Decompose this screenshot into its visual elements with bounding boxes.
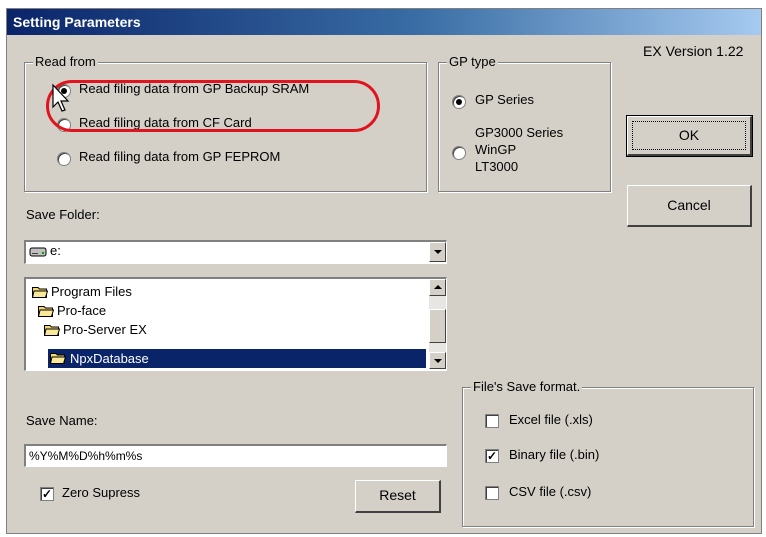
radio-gp3000-line2[interactable]: WinGP [475,142,516,158]
open-folder-icon [38,306,54,317]
mouse-cursor-icon [52,83,70,112]
cancel-button-label: Cancel [667,197,711,213]
folder-item-pro-server-ex[interactable]: Pro-Server EX [44,320,147,340]
gp-type-legend: GP type [447,54,498,70]
version-label: EX Version 1.22 [643,43,744,59]
ok-button-focus-ring [632,121,746,150]
reset-button-label: Reset [379,487,416,503]
save-name-value: %Y%M%D%h%m%s [29,449,143,463]
scroll-down-button[interactable] [429,352,446,369]
csv-file-checkbox[interactable] [485,486,499,500]
radio-feprom-label[interactable]: Read filing data from GP FEPROM [79,149,280,165]
save-folder-label: Save Folder: [26,207,100,222]
binary-file-checkbox[interactable]: ✓ [485,449,499,463]
excel-file-checkbox[interactable] [485,414,499,428]
chevron-down-icon [434,359,442,363]
save-name-input[interactable]: %Y%M%D%h%m%s [24,444,447,467]
open-folder-icon [44,325,60,336]
folder-item-pro-face[interactable]: Pro-face [38,301,106,321]
folder-item-label: Program Files [51,284,132,299]
excel-file-label[interactable]: Excel file (.xls) [509,412,593,428]
ok-button[interactable]: OK [626,115,753,157]
radio-backup-sram-label[interactable]: Read filing data from GP Backup SRAM [79,81,309,97]
zero-supress-checkbox[interactable]: ✓ [40,487,54,501]
radio-gp-series[interactable] [452,95,466,109]
chevron-down-icon [434,250,442,254]
folder-item-npxdatabase[interactable]: NpxDatabase [48,349,426,368]
folder-item-label: NpxDatabase [70,351,149,366]
radio-gp3000-line1[interactable]: GP3000 Series [475,125,563,141]
folder-item-label: Pro-Server EX [63,322,147,337]
radio-gp3000-series[interactable] [452,146,466,160]
setting-parameters-dialog: Setting Parameters EX Version 1.22 Read … [6,8,762,534]
csv-file-label[interactable]: CSV file (.csv) [509,484,591,500]
radio-feprom[interactable] [57,152,71,166]
scroll-thumb[interactable] [429,309,446,343]
save-format-legend: File's Save format. [471,379,583,395]
scroll-up-button[interactable] [429,279,446,296]
drive-value: e: [50,243,61,258]
folder-item-program-files[interactable]: Program Files [32,282,132,302]
save-name-label: Save Name: [26,413,98,428]
drive-icon [29,247,47,257]
drive-dropdown-button[interactable] [429,242,446,262]
drive-dropdown[interactable]: e: [24,240,447,264]
folder-list-scrollbar[interactable] [429,279,446,369]
open-folder-icon [32,287,48,298]
open-folder-icon [50,353,66,364]
radio-cf-card-label[interactable]: Read filing data from CF Card [79,115,252,131]
radio-cf-card[interactable] [57,118,71,132]
folder-item-label: Pro-face [57,303,107,318]
zero-supress-label[interactable]: Zero Supress [62,485,140,501]
save-format-group: File's Save format. [462,379,754,527]
cancel-button[interactable]: Cancel [627,185,752,227]
read-from-legend: Read from [33,54,98,70]
folder-list[interactable]: Program Files Pro-face Pro-Server EX Npx… [24,277,447,371]
dialog-title: Setting Parameters [7,9,761,35]
radio-gp-series-label[interactable]: GP Series [475,92,534,108]
radio-gp3000-line3[interactable]: LT3000 [475,159,518,175]
reset-button[interactable]: Reset [355,480,441,513]
binary-file-label[interactable]: Binary file (.bin) [509,447,599,463]
chevron-up-icon [434,285,442,289]
